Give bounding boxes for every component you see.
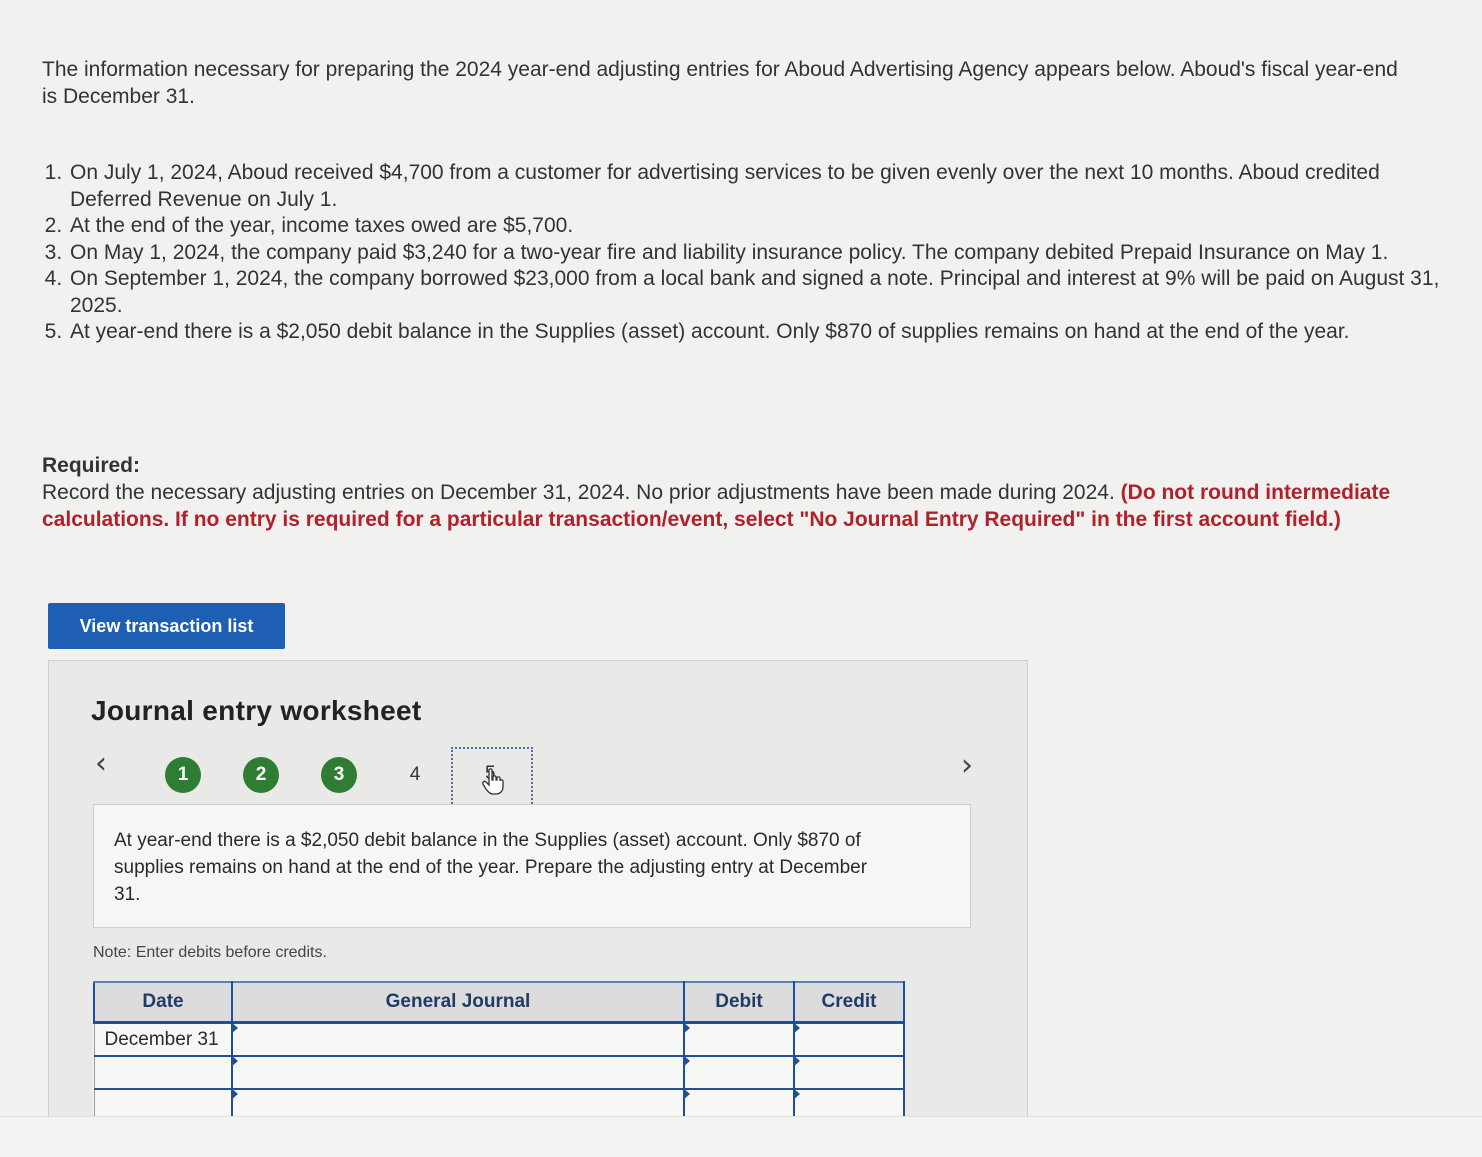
table-row: December 31	[93, 1022, 905, 1057]
account-cell[interactable]	[231, 1055, 685, 1090]
date-cell[interactable]	[93, 1056, 233, 1090]
required-label: Required:	[42, 454, 141, 477]
hand-pointer-icon	[481, 767, 505, 801]
list-item: On September 1, 2024, the company borrow…	[68, 266, 1458, 319]
step-5-button[interactable]: 5	[451, 747, 533, 811]
bottom-toolbar-strip	[0, 1116, 1482, 1157]
step-3-button[interactable]: 3	[321, 757, 357, 793]
required-text: Record the necessary adjusting entries o…	[42, 481, 1115, 504]
note-text: Note: Enter debits before credits.	[93, 944, 327, 961]
column-header-general-journal: General Journal	[231, 981, 685, 1024]
question-text: At year-end there is a $2,050 debit bala…	[114, 830, 868, 905]
list-item: On July 1, 2024, Aboud received $4,700 f…	[68, 160, 1458, 213]
chevron-left-icon[interactable]: ‹	[95, 749, 107, 779]
list-item: At the end of the year, income taxes owe…	[68, 213, 1458, 240]
date-cell[interactable]: December 31	[93, 1022, 233, 1057]
view-transaction-list-button[interactable]: View transaction list	[48, 603, 285, 649]
step-2-button[interactable]: 2	[243, 757, 279, 793]
account-cell[interactable]	[231, 1022, 685, 1057]
journal-table: Date General Journal Debit Credit Decemb…	[93, 981, 905, 1123]
credit-cell[interactable]	[793, 1055, 905, 1090]
debit-cell[interactable]	[683, 1055, 795, 1090]
transaction-list: On July 1, 2024, Aboud received $4,700 f…	[38, 160, 1458, 346]
column-header-debit: Debit	[683, 981, 795, 1024]
journal-entry-worksheet-panel: Journal entry worksheet ‹ 1 2 3 4 5 › At…	[48, 660, 1028, 1132]
column-header-credit: Credit	[793, 981, 905, 1024]
question-box: At year-end there is a $2,050 debit bala…	[93, 804, 971, 928]
credit-cell[interactable]	[793, 1022, 905, 1057]
list-item: At year-end there is a $2,050 debit bala…	[68, 319, 1458, 346]
column-header-date: Date	[93, 981, 233, 1024]
debit-cell[interactable]	[683, 1022, 795, 1057]
list-item: On May 1, 2024, the company paid $3,240 …	[68, 240, 1458, 267]
step-1-button[interactable]: 1	[165, 757, 201, 793]
step-4-button[interactable]: 4	[397, 757, 433, 793]
table-row	[93, 1055, 905, 1090]
required-section: Required: Record the necessary adjusting…	[42, 452, 1422, 533]
chevron-right-icon[interactable]: ›	[961, 751, 973, 781]
intro-paragraph: The information necessary for preparing …	[42, 58, 1398, 108]
worksheet-title: Journal entry worksheet	[91, 695, 422, 726]
